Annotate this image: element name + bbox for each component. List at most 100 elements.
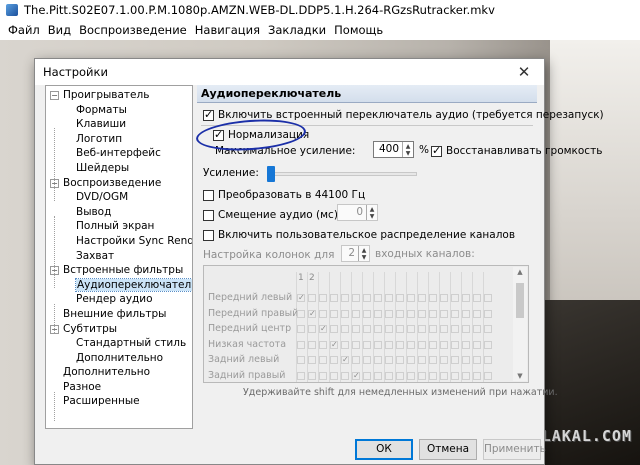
grid-cell[interactable]	[418, 340, 426, 349]
menu-item[interactable]: Помощь	[330, 23, 387, 37]
grid-cell[interactable]	[407, 356, 415, 364]
grid-scrollbar[interactable]: ▲ ▼	[513, 267, 527, 381]
tree-item[interactable]: Захват	[46, 249, 192, 264]
tree-item[interactable]: − Встроенные фильтры	[46, 263, 192, 278]
grid-cell[interactable]	[374, 309, 382, 318]
audio-shift-checkbox[interactable]	[203, 209, 214, 221]
grid-cell[interactable]	[484, 325, 492, 333]
grid-cell[interactable]	[429, 325, 437, 333]
grid-cell[interactable]	[484, 309, 492, 318]
grid-cell[interactable]	[451, 340, 459, 349]
tree-item[interactable]: Внешние фильтры	[46, 307, 192, 322]
enable-switcher-checkbox[interactable]	[203, 108, 214, 121]
grid-cell[interactable]	[374, 356, 382, 364]
tree-item[interactable]: Рендер аудио	[46, 292, 192, 307]
grid-cell[interactable]	[319, 340, 327, 349]
tree-item[interactable]: − Субтитры	[46, 322, 192, 337]
grid-cell[interactable]	[462, 371, 470, 380]
boost-slider[interactable]	[267, 172, 417, 176]
grid-cell[interactable]	[473, 356, 481, 364]
grid-cell[interactable]	[297, 371, 305, 380]
grid-cell[interactable]	[407, 309, 415, 318]
grid-cell[interactable]	[440, 325, 448, 333]
grid-cell[interactable]	[385, 294, 393, 302]
grid-cell[interactable]	[330, 325, 338, 333]
grid-cell[interactable]	[418, 294, 426, 302]
tree-item[interactable]: Разное	[46, 380, 192, 395]
grid-cell[interactable]	[363, 340, 371, 349]
grid-cell[interactable]	[374, 325, 382, 333]
menu-item[interactable]: Вид	[44, 23, 75, 37]
grid-cell[interactable]	[374, 371, 382, 380]
grid-cell[interactable]	[341, 325, 349, 333]
grid-cell[interactable]	[319, 294, 327, 302]
restore-volume-checkbox[interactable]	[431, 144, 442, 157]
channel-mapping-grid[interactable]: ▲ ▼ 1 2 Передний левый ✓ Передний правый ✓ Пер…	[203, 265, 529, 383]
tree-expander-icon[interactable]: −	[50, 91, 59, 100]
grid-cell[interactable]	[473, 309, 481, 318]
grid-cell[interactable]	[308, 356, 316, 364]
input-channels-spinner[interactable]: 2 ▲ ▼	[341, 245, 370, 262]
grid-cell[interactable]	[363, 356, 371, 364]
grid-cell[interactable]	[385, 371, 393, 380]
max-gain-spinner[interactable]: 400 ▲ ▼	[373, 141, 414, 158]
tree-item[interactable]: Веб-интерфейс	[46, 146, 192, 161]
grid-cell[interactable]	[308, 340, 316, 349]
close-icon[interactable]: ✕	[514, 63, 534, 81]
grid-cell[interactable]	[363, 294, 371, 302]
grid-cell[interactable]	[484, 294, 492, 302]
spinner-arrows-icon[interactable]: ▲ ▼	[402, 142, 413, 157]
grid-cell[interactable]	[462, 294, 470, 302]
tree-item[interactable]: Дополнительно	[46, 365, 192, 380]
grid-cell[interactable]	[418, 356, 426, 364]
grid-cell[interactable]	[363, 325, 371, 333]
grid-cell[interactable]	[297, 340, 305, 349]
tree-item[interactable]: Шейдеры	[46, 161, 192, 176]
grid-cell[interactable]	[319, 309, 327, 318]
grid-cell[interactable]	[451, 371, 459, 380]
tree-item[interactable]: DVD/OGM	[46, 190, 192, 205]
grid-cell[interactable]	[308, 371, 316, 380]
tree-item[interactable]: Форматы	[46, 103, 192, 118]
tree-item[interactable]: Стандартный стиль	[46, 336, 192, 351]
tree-item[interactable]: Логотип	[46, 132, 192, 147]
audio-shift-value[interactable]: 0	[338, 205, 366, 220]
tree-item[interactable]: Дополнительно	[46, 351, 192, 366]
grid-cell[interactable]	[429, 371, 437, 380]
grid-cell[interactable]	[363, 371, 371, 380]
grid-cell[interactable]	[418, 325, 426, 333]
boost-slider-thumb[interactable]	[267, 166, 275, 182]
grid-cell[interactable]	[341, 309, 349, 318]
menu-item[interactable]: Файл	[4, 23, 44, 37]
grid-cell[interactable]	[396, 340, 404, 349]
convert-44100-option[interactable]: Преобразовать в 44100 Гц	[203, 189, 365, 201]
menu-item[interactable]: Навигация	[191, 23, 264, 37]
grid-cell[interactable]	[451, 325, 459, 333]
grid-cell[interactable]	[407, 294, 415, 302]
tree-item[interactable]: Полный экран	[46, 219, 192, 234]
grid-cell[interactable]	[352, 294, 360, 302]
grid-cell[interactable]	[341, 371, 349, 380]
grid-cell[interactable]	[297, 309, 305, 318]
grid-cell[interactable]	[429, 294, 437, 302]
grid-cell[interactable]	[396, 309, 404, 318]
spinner-arrows-icon[interactable]: ▲ ▼	[358, 246, 369, 261]
grid-cell[interactable]	[462, 340, 470, 349]
tree-item[interactable]: Вывод	[46, 205, 192, 220]
grid-cell[interactable]	[341, 340, 349, 349]
grid-cell[interactable]	[396, 356, 404, 364]
grid-cell[interactable]	[418, 371, 426, 380]
audio-shift-spinner[interactable]: 0 ▲ ▼	[337, 204, 378, 221]
grid-cell[interactable]	[451, 309, 459, 318]
grid-cell[interactable]	[385, 325, 393, 333]
grid-cell[interactable]	[385, 309, 393, 318]
grid-cell[interactable]	[363, 309, 371, 318]
input-channels-value[interactable]: 2	[342, 246, 358, 261]
scroll-up-icon[interactable]: ▲	[513, 268, 527, 276]
grid-cell[interactable]	[330, 309, 338, 318]
grid-cell[interactable]	[418, 309, 426, 318]
grid-cell[interactable]	[385, 356, 393, 364]
apply-button[interactable]: Применить	[483, 439, 546, 460]
grid-cell[interactable]	[451, 356, 459, 364]
grid-cell[interactable]	[396, 294, 404, 302]
